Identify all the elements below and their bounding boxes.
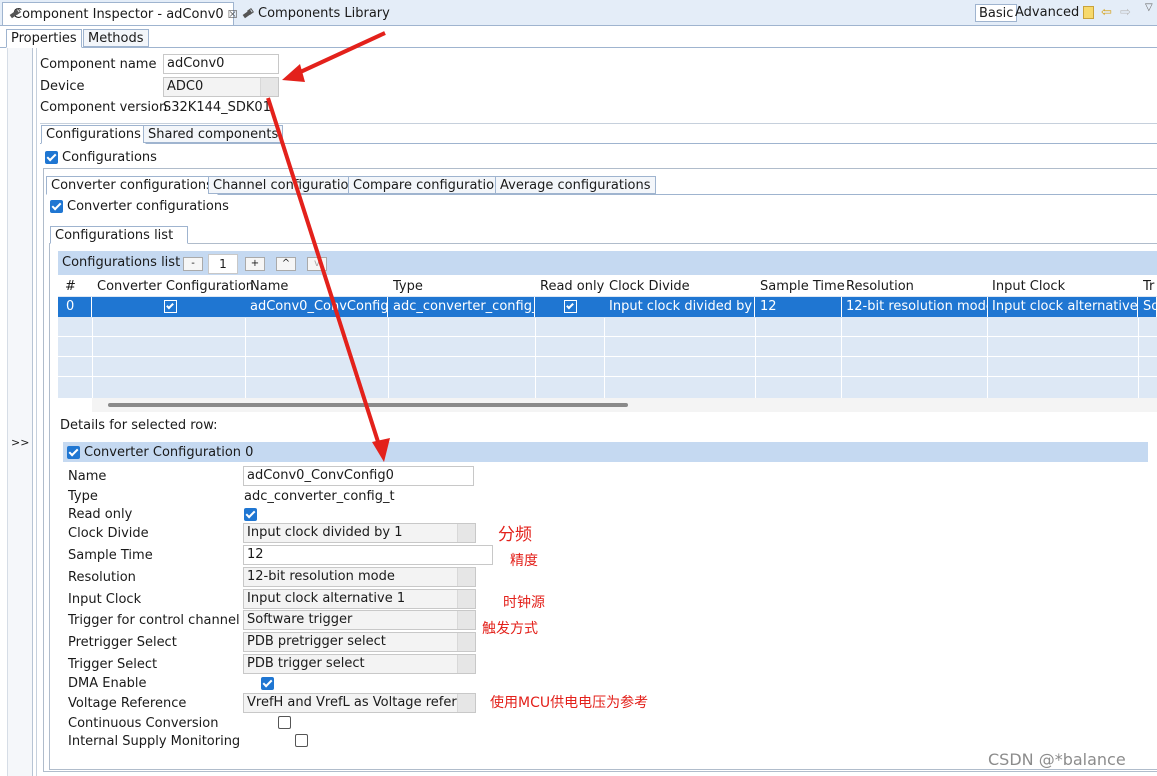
- arrow-to-device: [295, 31, 386, 76]
- arrow-head-device: [282, 64, 305, 82]
- arrow-to-name: [266, 97, 382, 449]
- watermark: CSDN @*balance: [988, 750, 1126, 769]
- annotation-arrows: [266, 31, 390, 462]
- arrow-head-name: [372, 438, 390, 462]
